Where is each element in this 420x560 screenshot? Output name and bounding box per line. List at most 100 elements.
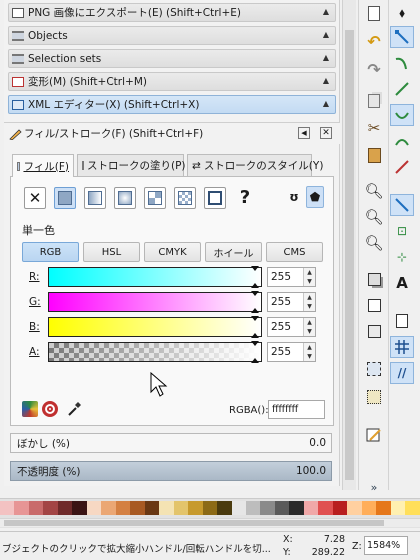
ungroup-icon[interactable]: [362, 386, 386, 408]
dock-header-transform[interactable]: 変形(M) (Shift+Ctrl+M) ▲: [8, 72, 336, 91]
collapse-arrow-icon[interactable]: ▲: [323, 7, 329, 16]
pattern-button[interactable]: [174, 187, 196, 209]
palette-swatch[interactable]: [188, 501, 203, 515]
snap-bbox-icon[interactable]: [390, 26, 414, 48]
spin-green[interactable]: 255 ▲ ▼: [267, 292, 316, 312]
palette-swatch[interactable]: [289, 501, 304, 515]
scrollbar-thumb[interactable]: [345, 30, 354, 480]
fill-rule-nonzero-icon[interactable]: ⬟: [306, 186, 324, 208]
snap-paths-icon[interactable]: [390, 130, 414, 152]
collapse-arrow-icon[interactable]: ▲: [323, 76, 329, 85]
dock-header-xml-editor[interactable]: XML エディター(X) (Shift+Ctrl+X) ▲: [8, 95, 336, 114]
mode-cmyk-button[interactable]: CMYK: [144, 242, 201, 262]
zoom-drawing-icon[interactable]: 🔍︎: [362, 206, 386, 228]
flat-color-button[interactable]: [54, 187, 76, 209]
palette-swatch[interactable]: [101, 501, 116, 515]
new-document-icon[interactable]: [362, 2, 386, 24]
paste-icon[interactable]: [362, 144, 386, 166]
palette-swatch[interactable]: [361, 501, 377, 515]
linear-gradient-button[interactable]: [84, 187, 106, 209]
tab-stroke-style[interactable]: ⇄ ストロークのスタイル(Y): [187, 154, 323, 176]
snap-smooth-nodes-icon[interactable]: [390, 194, 414, 216]
tab-stroke-paint[interactable]: ストロークの塗り(P): [77, 154, 186, 176]
unset-paint-button[interactable]: ?: [234, 187, 256, 209]
palette-swatch[interactable]: [347, 501, 362, 515]
snap-toggle-icon[interactable]: ⬧: [390, 2, 414, 24]
snap-midpoint-icon[interactable]: ⊡: [390, 220, 414, 242]
fill-rule-evenodd-icon[interactable]: ʊ: [286, 190, 302, 206]
color-managed-icon[interactable]: [22, 401, 38, 417]
spin-buttons[interactable]: ▲ ▼: [303, 343, 315, 361]
palette-swatch[interactable]: [43, 501, 58, 515]
slider-knob[interactable]: [251, 291, 259, 313]
fill-stroke-tool-icon[interactable]: [362, 424, 386, 446]
snap-nodes-icon[interactable]: [390, 104, 414, 126]
spin-red[interactable]: 255 ▲ ▼: [267, 267, 316, 287]
swatch-button[interactable]: [204, 187, 226, 209]
palette-swatch[interactable]: [274, 501, 290, 515]
snap-intersection-icon[interactable]: [390, 156, 414, 178]
out-of-gamut-icon[interactable]: [42, 401, 58, 417]
palette-swatch[interactable]: [86, 501, 102, 515]
spin-buttons[interactable]: ▲ ▼: [303, 293, 315, 311]
palette-swatch[interactable]: [390, 501, 406, 515]
palette-swatches[interactable]: [0, 501, 420, 515]
slider-knob[interactable]: [251, 266, 259, 288]
blur-slider[interactable]: ぼかし (%) 0.0: [10, 433, 332, 453]
tab-fill[interactable]: フィル(F): [12, 154, 74, 177]
unlink-clone-icon[interactable]: [362, 320, 386, 342]
more-commands-icon[interactable]: »: [362, 476, 386, 498]
mode-hsl-button[interactable]: HSL: [83, 242, 140, 262]
collapse-arrow-icon[interactable]: ▲: [323, 99, 329, 108]
snap-bbox-edge-icon[interactable]: [390, 52, 414, 74]
palette-swatch[interactable]: [231, 501, 246, 515]
palette-swatch[interactable]: [376, 501, 391, 515]
palette-swatch[interactable]: [332, 501, 348, 515]
spin-alpha[interactable]: 255 ▲ ▼: [267, 342, 316, 362]
spin-blue[interactable]: 255 ▲ ▼: [267, 317, 316, 337]
eyedropper-icon[interactable]: [66, 401, 82, 417]
palette-swatch[interactable]: [57, 501, 73, 515]
opacity-slider[interactable]: 不透明度 (%) 100.0: [10, 461, 332, 481]
palette-swatch[interactable]: [217, 501, 232, 515]
duplicate-icon[interactable]: [362, 268, 386, 290]
dock-header-selection-sets[interactable]: Selection sets ▲: [8, 49, 336, 68]
color-palette[interactable]: [0, 498, 420, 528]
spin-buttons[interactable]: ▲ ▼: [303, 268, 315, 286]
palette-swatch[interactable]: [245, 501, 261, 515]
group-icon[interactable]: [362, 358, 386, 380]
palette-swatch[interactable]: [28, 501, 44, 515]
palette-scrollbar[interactable]: [0, 518, 420, 527]
redo-icon[interactable]: ↷: [362, 58, 386, 80]
snap-guide-icon[interactable]: //: [390, 362, 414, 384]
rgba-input[interactable]: ffffffff: [268, 400, 325, 419]
palette-swatch[interactable]: [0, 501, 15, 515]
dock-scrollbar[interactable]: [342, 0, 356, 490]
zoom-page-icon[interactable]: 🔍︎: [362, 232, 386, 254]
slider-knob[interactable]: [251, 341, 259, 363]
dock-header-objects[interactable]: Objects ▲: [8, 26, 336, 45]
palette-swatch[interactable]: [202, 501, 218, 515]
mode-rgb-button[interactable]: RGB: [22, 242, 79, 262]
slider-red[interactable]: [48, 266, 262, 288]
clone-icon[interactable]: [362, 294, 386, 316]
undo-icon[interactable]: ↶: [362, 30, 386, 52]
slider-green[interactable]: [48, 291, 262, 313]
spin-buttons[interactable]: ▲ ▼: [303, 318, 315, 336]
snap-bbox-corner-icon[interactable]: [390, 78, 414, 100]
palette-swatch[interactable]: [14, 501, 29, 515]
palette-swatch[interactable]: [318, 501, 333, 515]
slider-alpha[interactable]: [48, 341, 262, 363]
palette-swatch[interactable]: [144, 501, 160, 515]
palette-swatch[interactable]: [173, 501, 189, 515]
palette-scroll-thumb[interactable]: [4, 520, 384, 526]
mode-cms-button[interactable]: CMS: [266, 242, 323, 262]
copy-icon[interactable]: [362, 90, 386, 112]
no-paint-button[interactable]: ✕: [24, 187, 46, 209]
snap-text-baseline-icon[interactable]: A: [390, 272, 414, 294]
close-icon[interactable]: ✕: [320, 127, 332, 139]
palette-swatch[interactable]: [303, 501, 319, 515]
zoom-selection-icon[interactable]: 🔍︎: [362, 180, 386, 202]
dialog-menu-icon[interactable]: ◀: [298, 127, 310, 139]
radial-gradient-button[interactable]: [114, 187, 136, 209]
